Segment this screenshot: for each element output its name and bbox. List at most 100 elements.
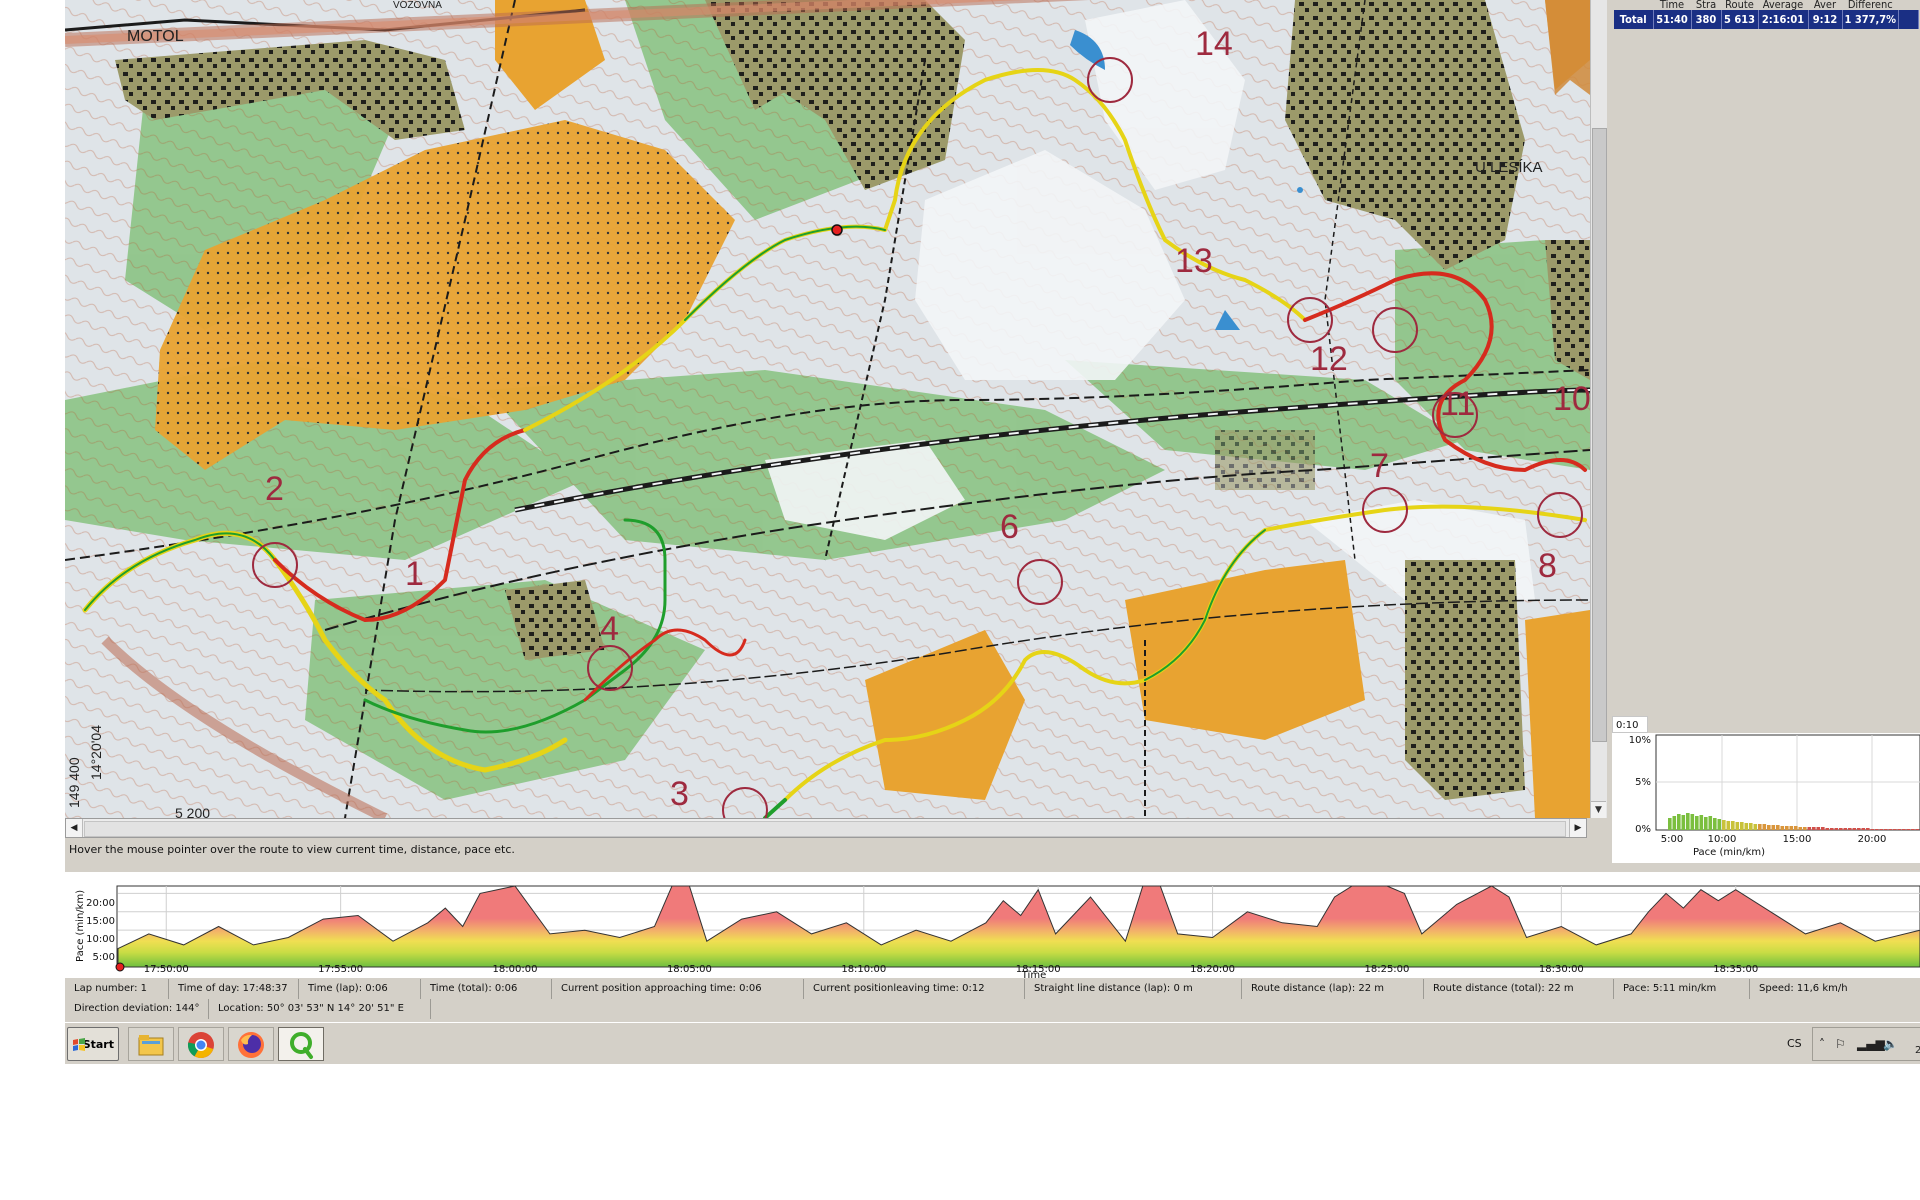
lap-statistics-table[interactable]: Time Stra Route Average Aver Differenc T…: [1614, 0, 1920, 29]
histogram-y-tick: 10%: [1629, 735, 1651, 746]
histogram-bar: [1744, 823, 1749, 830]
histogram-bar: [1888, 829, 1893, 830]
stats-header-cell[interactable]: [1899, 0, 1919, 10]
map-horizontal-scrollbar[interactable]: ◀ ▶: [65, 818, 1587, 838]
flag-icon[interactable]: ⚐: [1835, 1037, 1846, 1051]
histogram-bar: [1821, 827, 1825, 830]
taskbar-file-explorer[interactable]: [128, 1027, 174, 1061]
stats-cell: 2:16:01: [1758, 10, 1809, 29]
histogram-bar: [1668, 818, 1672, 830]
status-straight-distance: Straight line distance (lap): 0 m: [1025, 979, 1242, 999]
pace-x-tick: 18:35:00: [1713, 964, 1758, 975]
pace-graph[interactable]: Pace (min/km) 20:00 15:00 10:00 5:00 17:…: [65, 872, 1920, 981]
histogram-bar: [1875, 829, 1879, 830]
status-approaching-time: Current position approaching time: 0:06: [552, 979, 804, 999]
histogram-bar: [1839, 828, 1843, 830]
stats-header-cell[interactable]: Time: [1653, 0, 1691, 10]
histogram-bar: [1852, 828, 1857, 830]
status-lap-number: Lap number: 1: [65, 979, 169, 999]
speaker-icon[interactable]: 🔈: [1883, 1037, 1898, 1051]
application-window: 1 2 3 4 6 7 8 9 10 11 12 13 14 MOTOL U L…: [65, 0, 1920, 1064]
control-number-label: 8: [1538, 547, 1557, 585]
coordinate-label: 5 200: [175, 805, 210, 818]
stats-total-row[interactable]: Total 51:40 380 5 613 2:16:01 9:12 1 377…: [1614, 10, 1920, 29]
vertical-scroll-thumb[interactable]: [1592, 128, 1607, 742]
stats-header-cell[interactable]: Route: [1721, 0, 1758, 10]
histogram-bar: [1830, 828, 1834, 830]
control-number-label: 10: [1553, 380, 1590, 418]
stats-cell: 9:12: [1808, 10, 1843, 29]
histogram-bar: [1749, 823, 1753, 830]
map-vertical-scrollbar[interactable]: ▼: [1590, 0, 1607, 818]
control-number-label: 2: [265, 470, 284, 508]
stats-header-cell[interactable]: Average: [1758, 0, 1808, 10]
place-label: VOZOVNA: [393, 0, 442, 11]
taskbar-quickroute[interactable]: [278, 1027, 324, 1061]
place-label: U LESÍKA: [1475, 159, 1543, 176]
quickroute-icon: [290, 1032, 313, 1059]
pace-x-tick: 18:05:00: [667, 964, 712, 975]
network-icon[interactable]: ▂▄▆: [1857, 1037, 1885, 1051]
pace-y-label: Pace (min/km): [75, 890, 86, 962]
histogram-bar: [1848, 828, 1852, 830]
scroll-down-arrow-icon[interactable]: ▼: [1591, 801, 1606, 818]
pace-x-tick: 17:55:00: [318, 964, 363, 975]
stats-header-cell[interactable]: Aver: [1808, 0, 1842, 10]
histogram-bar: [1717, 819, 1722, 830]
pace-histogram-chart: 10% 5% 0% 5:00 10:00 15:00 20:00 Pace (m…: [1629, 734, 1920, 858]
histogram-y-tick: 0%: [1635, 824, 1651, 835]
status-time-total: Time (total): 0:06: [421, 979, 552, 999]
histogram-interval-input[interactable]: 0:10: [1612, 716, 1648, 733]
histogram-bar: [1735, 822, 1740, 830]
scroll-left-arrow-icon[interactable]: ◀: [66, 819, 83, 837]
taskbar-chrome[interactable]: [178, 1027, 224, 1061]
histogram-bar: [1897, 829, 1902, 830]
histogram-x-tick: 10:00: [1708, 834, 1737, 845]
histogram-bar: [1789, 826, 1794, 830]
histogram-bar: [1816, 827, 1821, 830]
start-button[interactable]: Start: [67, 1027, 119, 1061]
coordinate-label: 149 400: [66, 757, 82, 808]
input-language-indicator[interactable]: CS: [1787, 1037, 1802, 1050]
orienteering-map[interactable]: 1 2 3 4 6 7 8 9 10 11 12 13 14 MOTOL U L…: [65, 0, 1590, 818]
taskbar-firefox[interactable]: [228, 1027, 274, 1061]
histogram-bar: [1681, 815, 1686, 830]
pace-graph-chart[interactable]: Pace (min/km) 20:00 15:00 10:00 5:00 17:…: [65, 872, 1920, 981]
coordinate-label: 14°20'04: [88, 725, 104, 780]
pace-y-tick: 5:00: [93, 952, 115, 963]
chevron-up-icon[interactable]: ˄: [1819, 1037, 1825, 1051]
pace-x-tick: 17:50:00: [144, 964, 189, 975]
histogram-bar: [1902, 829, 1906, 830]
clock[interactable]: 2: [1915, 1045, 1920, 1056]
status-time-of-day: Time of day: 17:48:37: [169, 979, 299, 999]
histogram-bar: [1884, 829, 1888, 830]
hover-hint-text: Hover the mouse pointer over the route t…: [69, 843, 515, 856]
histogram-bar: [1690, 814, 1695, 830]
firefox-icon: [238, 1032, 264, 1058]
histogram-bar: [1798, 827, 1803, 830]
status-leaving-time: Current positionleaving time: 0:12: [804, 979, 1025, 999]
histogram-bar: [1834, 828, 1839, 830]
taskbar: Start CS ˄ ⚐ ▂▄▆ 🔈 2: [65, 1022, 1920, 1064]
control-number-label: 3: [670, 775, 689, 813]
histogram-bar: [1695, 816, 1699, 830]
histogram-bar: [1776, 825, 1780, 830]
horizontal-scroll-thumb[interactable]: [84, 821, 1566, 837]
pace-y-tick: 15:00: [86, 916, 115, 927]
stats-cell: 5 613: [1721, 10, 1759, 29]
histogram-bar: [1758, 824, 1762, 830]
histogram-bar: [1857, 828, 1861, 830]
system-tray: ˄ ⚐ ▂▄▆ 🔈 2: [1812, 1027, 1920, 1061]
start-label: Start: [82, 1038, 114, 1051]
scroll-right-arrow-icon[interactable]: ▶: [1569, 819, 1586, 837]
control-number-label: 11: [1440, 385, 1475, 423]
control-number-label: 1: [405, 555, 424, 593]
file-explorer-icon: [138, 1035, 164, 1056]
current-position-marker: [831, 224, 843, 236]
histogram-bar: [1704, 817, 1708, 830]
histogram-bar: [1893, 829, 1897, 830]
histogram-bar: [1915, 829, 1920, 830]
stats-header-cell[interactable]: Differenc: [1842, 0, 1899, 10]
stats-header-cell[interactable]: Stra: [1691, 0, 1721, 10]
map-view[interactable]: 1 2 3 4 6 7 8 9 10 11 12 13 14 MOTOL U L…: [65, 0, 1590, 818]
